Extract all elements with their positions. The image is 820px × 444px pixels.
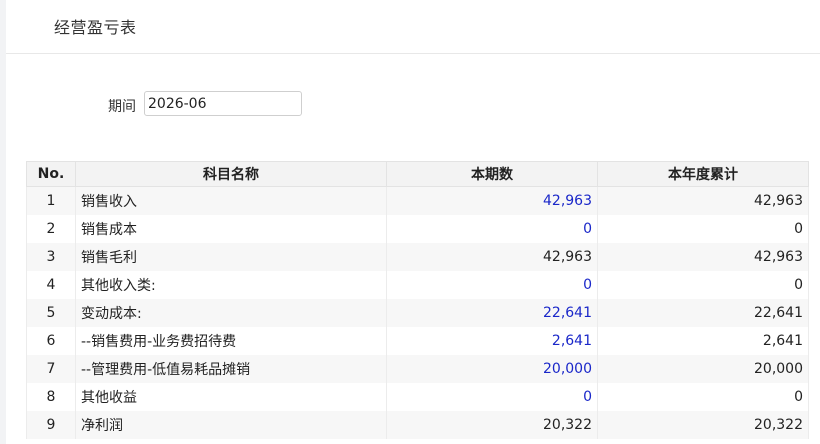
current-period-value: 42,963: [543, 249, 592, 265]
page-title: 经营盈亏表: [54, 18, 137, 37]
current-period-cell: 20,322: [386, 411, 598, 439]
account-name: 销售成本: [75, 215, 387, 243]
row-number: 1: [26, 186, 76, 215]
header-account-name: 科目名称: [75, 161, 387, 187]
current-period-cell: 42,963: [386, 243, 598, 271]
year-to-date-value: 0: [597, 215, 809, 243]
current-period-link[interactable]: 22,641: [543, 305, 592, 321]
table-row: 8 其他收益 0 0: [26, 383, 809, 411]
row-number: 2: [26, 215, 76, 243]
table-row: 7 --管理费用-低值易耗品摊销 20,000 20,000: [26, 355, 809, 383]
year-to-date-value: 20,322: [597, 411, 809, 439]
account-name: 其他收益: [75, 383, 387, 411]
header-no: No.: [26, 161, 76, 187]
current-period-cell: 22,641: [386, 299, 598, 327]
current-period-link[interactable]: 2,641: [552, 333, 592, 349]
current-period-link[interactable]: 0: [583, 277, 592, 293]
year-to-date-value: 42,963: [597, 243, 809, 271]
account-name: 变动成本:: [75, 299, 387, 327]
table-row: 1 销售收入 42,963 42,963: [26, 186, 809, 215]
period-label: 期间: [108, 99, 136, 115]
table-row: 5 变动成本: 22,641 22,641: [26, 299, 809, 327]
table-row: 6 --销售费用-业务费招待费 2,641 2,641: [26, 327, 809, 355]
row-number: 6: [26, 327, 76, 355]
header-current-period: 本期数: [386, 161, 598, 187]
account-name: --管理费用-低值易耗品摊销: [75, 355, 387, 383]
account-name: 销售毛利: [75, 243, 387, 271]
profit-loss-table: No. 科目名称 本期数 本年度累计 1 销售收入 42,963 42,963 2 销售成…: [26, 161, 809, 439]
current-period-link[interactable]: 0: [583, 221, 592, 237]
table-row: 9 净利润 20,322 20,322: [26, 411, 809, 439]
current-period-link[interactable]: 42,963: [543, 193, 592, 209]
account-name: 其他收入类:: [75, 271, 387, 299]
period-input[interactable]: [144, 91, 302, 116]
table-header-row: No. 科目名称 本期数 本年度累计: [26, 161, 809, 187]
year-to-date-value: 42,963: [597, 186, 809, 215]
current-period-cell: 0: [386, 215, 598, 243]
row-number: 9: [26, 411, 76, 439]
current-period-link[interactable]: 20,000: [543, 361, 592, 377]
current-period-cell: 2,641: [386, 327, 598, 355]
table-row: 2 销售成本 0 0: [26, 215, 809, 243]
year-to-date-value: 2,641: [597, 327, 809, 355]
current-period-link[interactable]: 0: [583, 389, 592, 405]
row-number: 7: [26, 355, 76, 383]
table-body: 1 销售收入 42,963 42,963 2 销售成本 0 0 3 销售毛利 42,963 42,96…: [26, 186, 809, 439]
page-header: 经营盈亏表: [6, 0, 820, 54]
table-row: 4 其他收入类: 0 0: [26, 271, 809, 299]
year-to-date-value: 0: [597, 271, 809, 299]
row-number: 5: [26, 299, 76, 327]
current-period-cell: 0: [386, 271, 598, 299]
current-period-cell: 0: [386, 383, 598, 411]
year-to-date-value: 22,641: [597, 299, 809, 327]
year-to-date-value: 0: [597, 383, 809, 411]
row-number: 4: [26, 271, 76, 299]
header-year-to-date: 本年度累计: [597, 161, 809, 187]
year-to-date-value: 20,000: [597, 355, 809, 383]
left-sidebar-edge: [0, 0, 6, 444]
account-name: 销售收入: [75, 186, 387, 215]
current-period-cell: 20,000: [386, 355, 598, 383]
account-name: 净利润: [75, 411, 387, 439]
table-row: 3 销售毛利 42,963 42,963: [26, 243, 809, 271]
account-name: --销售费用-业务费招待费: [75, 327, 387, 355]
row-number: 8: [26, 383, 76, 411]
current-period-cell: 42,963: [386, 186, 598, 215]
current-period-value: 20,322: [543, 417, 592, 433]
row-number: 3: [26, 243, 76, 271]
